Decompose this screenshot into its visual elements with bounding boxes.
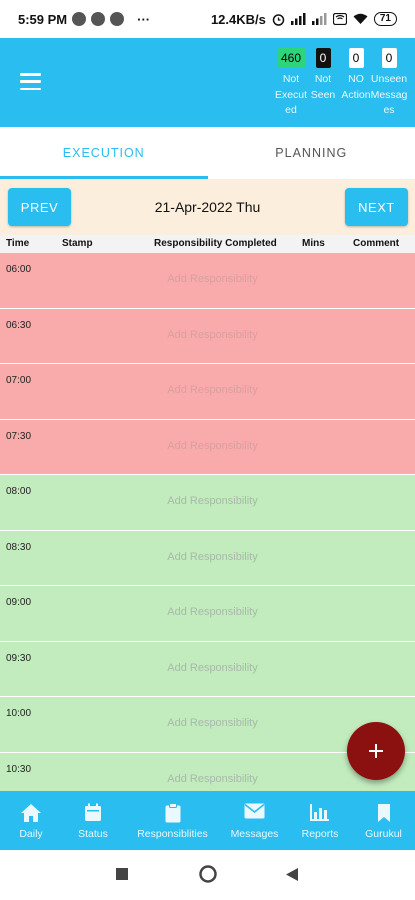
table-row[interactable]: 09:00 Add Responsibility (0, 586, 415, 642)
nav-item-gurukul[interactable]: Gurukul (352, 791, 415, 850)
add-responsibility-link[interactable]: Add Responsibility (0, 606, 415, 618)
back-triangle-icon[interactable] (285, 867, 299, 887)
table-row[interactable]: 07:00 Add Responsibility (0, 364, 415, 420)
nav-label: Responsiblities (137, 828, 208, 840)
nav-item-messages[interactable]: Messages (221, 791, 288, 850)
battery-icon: 71 (373, 12, 397, 26)
add-responsibility-link[interactable]: Add Responsibility (0, 717, 415, 729)
wifi-icon (353, 13, 368, 25)
add-responsibility-link[interactable]: Add Responsibility (0, 440, 415, 452)
status-bar-right: 12.4KB/s 71 (211, 12, 397, 27)
calendar-icon (84, 803, 102, 827)
mail-icon (244, 803, 265, 824)
add-responsibility-link[interactable]: Add Responsibility (0, 384, 415, 396)
stat-count-badge: 0 (315, 48, 331, 68)
notification-icon (110, 12, 125, 26)
clock: 5:59 PM (18, 11, 68, 27)
tab-execution[interactable]: EXECUTION (0, 127, 208, 179)
home-circle-icon[interactable] (199, 865, 217, 888)
add-responsibility-link[interactable]: Add Responsibility (0, 329, 415, 341)
notification-icon (91, 12, 106, 26)
stat-no-action[interactable]: 0 NO Action (340, 48, 372, 103)
stat-not-seen[interactable]: 0 Not Seen (311, 48, 335, 103)
table-row[interactable]: 08:30 Add Responsibility (0, 530, 415, 586)
signal-icon (290, 13, 306, 25)
table-row[interactable]: 06:30 Add Responsibility (0, 308, 415, 364)
prev-button[interactable]: PREV (8, 188, 71, 226)
stat-label: Unseen Messag es (370, 73, 408, 116)
bar-chart-icon (310, 803, 330, 826)
app-screen: 5:59 PM ··· 12.4KB/s 71 460 Not Execut e… (0, 0, 415, 900)
stat-label: Not Execut ed (274, 73, 308, 116)
menu-icon[interactable] (20, 73, 41, 90)
table-row[interactable]: 06:00 Add Responsibility (0, 253, 415, 309)
add-responsibility-link[interactable]: Add Responsibility (0, 773, 415, 785)
vowifi-icon (332, 13, 347, 25)
signal-icon (311, 13, 327, 25)
nav-label: Status (78, 828, 108, 840)
nav-label: Gurukul (365, 828, 402, 840)
schedule-list: 06:00 Add Responsibility 06:30 Add Respo… (0, 253, 415, 791)
column-header-time: Time (6, 238, 30, 249)
date-navigation: 21-Apr-2022 Thu PREV NEXT (0, 179, 415, 235)
column-header-stamp: Stamp (62, 238, 93, 249)
tab-planning[interactable]: PLANNING (208, 127, 415, 179)
nav-label: Daily (19, 828, 43, 840)
nav-label: Messages (230, 828, 279, 840)
network-speed: 12.4KB/s (210, 11, 266, 27)
add-responsibility-link[interactable]: Add Responsibility (0, 273, 415, 285)
table-header: Time Stamp Responsibility Completed Mins… (0, 235, 415, 253)
tab-bar: EXECUTION PLANNING (0, 127, 415, 179)
stat-not-executed[interactable]: 460 Not Execut ed (274, 48, 308, 119)
bottom-navigation: Daily Status Responsiblities Messages Re… (0, 791, 415, 850)
more-notifications-icon: ··· (137, 11, 151, 27)
add-responsibility-link[interactable]: Add Responsibility (0, 662, 415, 674)
plus-icon (369, 744, 383, 758)
stat-unseen-messages[interactable]: 0 Unseen Messag es (371, 48, 407, 119)
stat-count-badge: 0 (381, 48, 397, 68)
status-bar: 5:59 PM ··· 12.4KB/s 71 (0, 0, 415, 38)
add-fab-button[interactable] (347, 722, 405, 780)
alarm-icon (272, 13, 285, 26)
nav-item-reports[interactable]: Reports (288, 791, 352, 850)
stat-label: NO Action (341, 73, 371, 101)
column-header-comment: Comment (353, 238, 400, 249)
status-bar-left: 5:59 PM ··· (18, 12, 150, 27)
stat-label: Not Seen (310, 73, 336, 101)
stat-count-badge: 0 (348, 48, 364, 68)
column-header-mins: Mins (302, 238, 325, 249)
system-navigation-bar (0, 850, 415, 900)
nav-item-status[interactable]: Status (62, 791, 124, 850)
nav-item-responsibilities[interactable]: Responsiblities (124, 791, 221, 850)
table-row[interactable]: 08:00 Add Responsibility (0, 475, 415, 531)
add-responsibility-link[interactable]: Add Responsibility (0, 551, 415, 563)
table-row[interactable]: 09:30 Add Responsibility (0, 641, 415, 697)
app-header: 460 Not Execut ed 0 Not Seen 0 NO Action… (0, 38, 415, 127)
home-icon (20, 803, 42, 828)
nav-label: Reports (301, 828, 339, 840)
recents-square-icon[interactable] (115, 867, 129, 886)
nav-item-daily[interactable]: Daily (0, 791, 62, 850)
table-row[interactable]: 07:30 Add Responsibility (0, 419, 415, 475)
column-header-responsibility: Responsibility Completed (154, 238, 277, 249)
add-responsibility-link[interactable]: Add Responsibility (0, 495, 415, 507)
notification-icon (72, 12, 87, 26)
clipboard-icon (165, 803, 181, 828)
bookmark-icon (377, 803, 391, 828)
stat-count-badge: 460 (277, 48, 305, 68)
next-button[interactable]: NEXT (345, 188, 408, 226)
